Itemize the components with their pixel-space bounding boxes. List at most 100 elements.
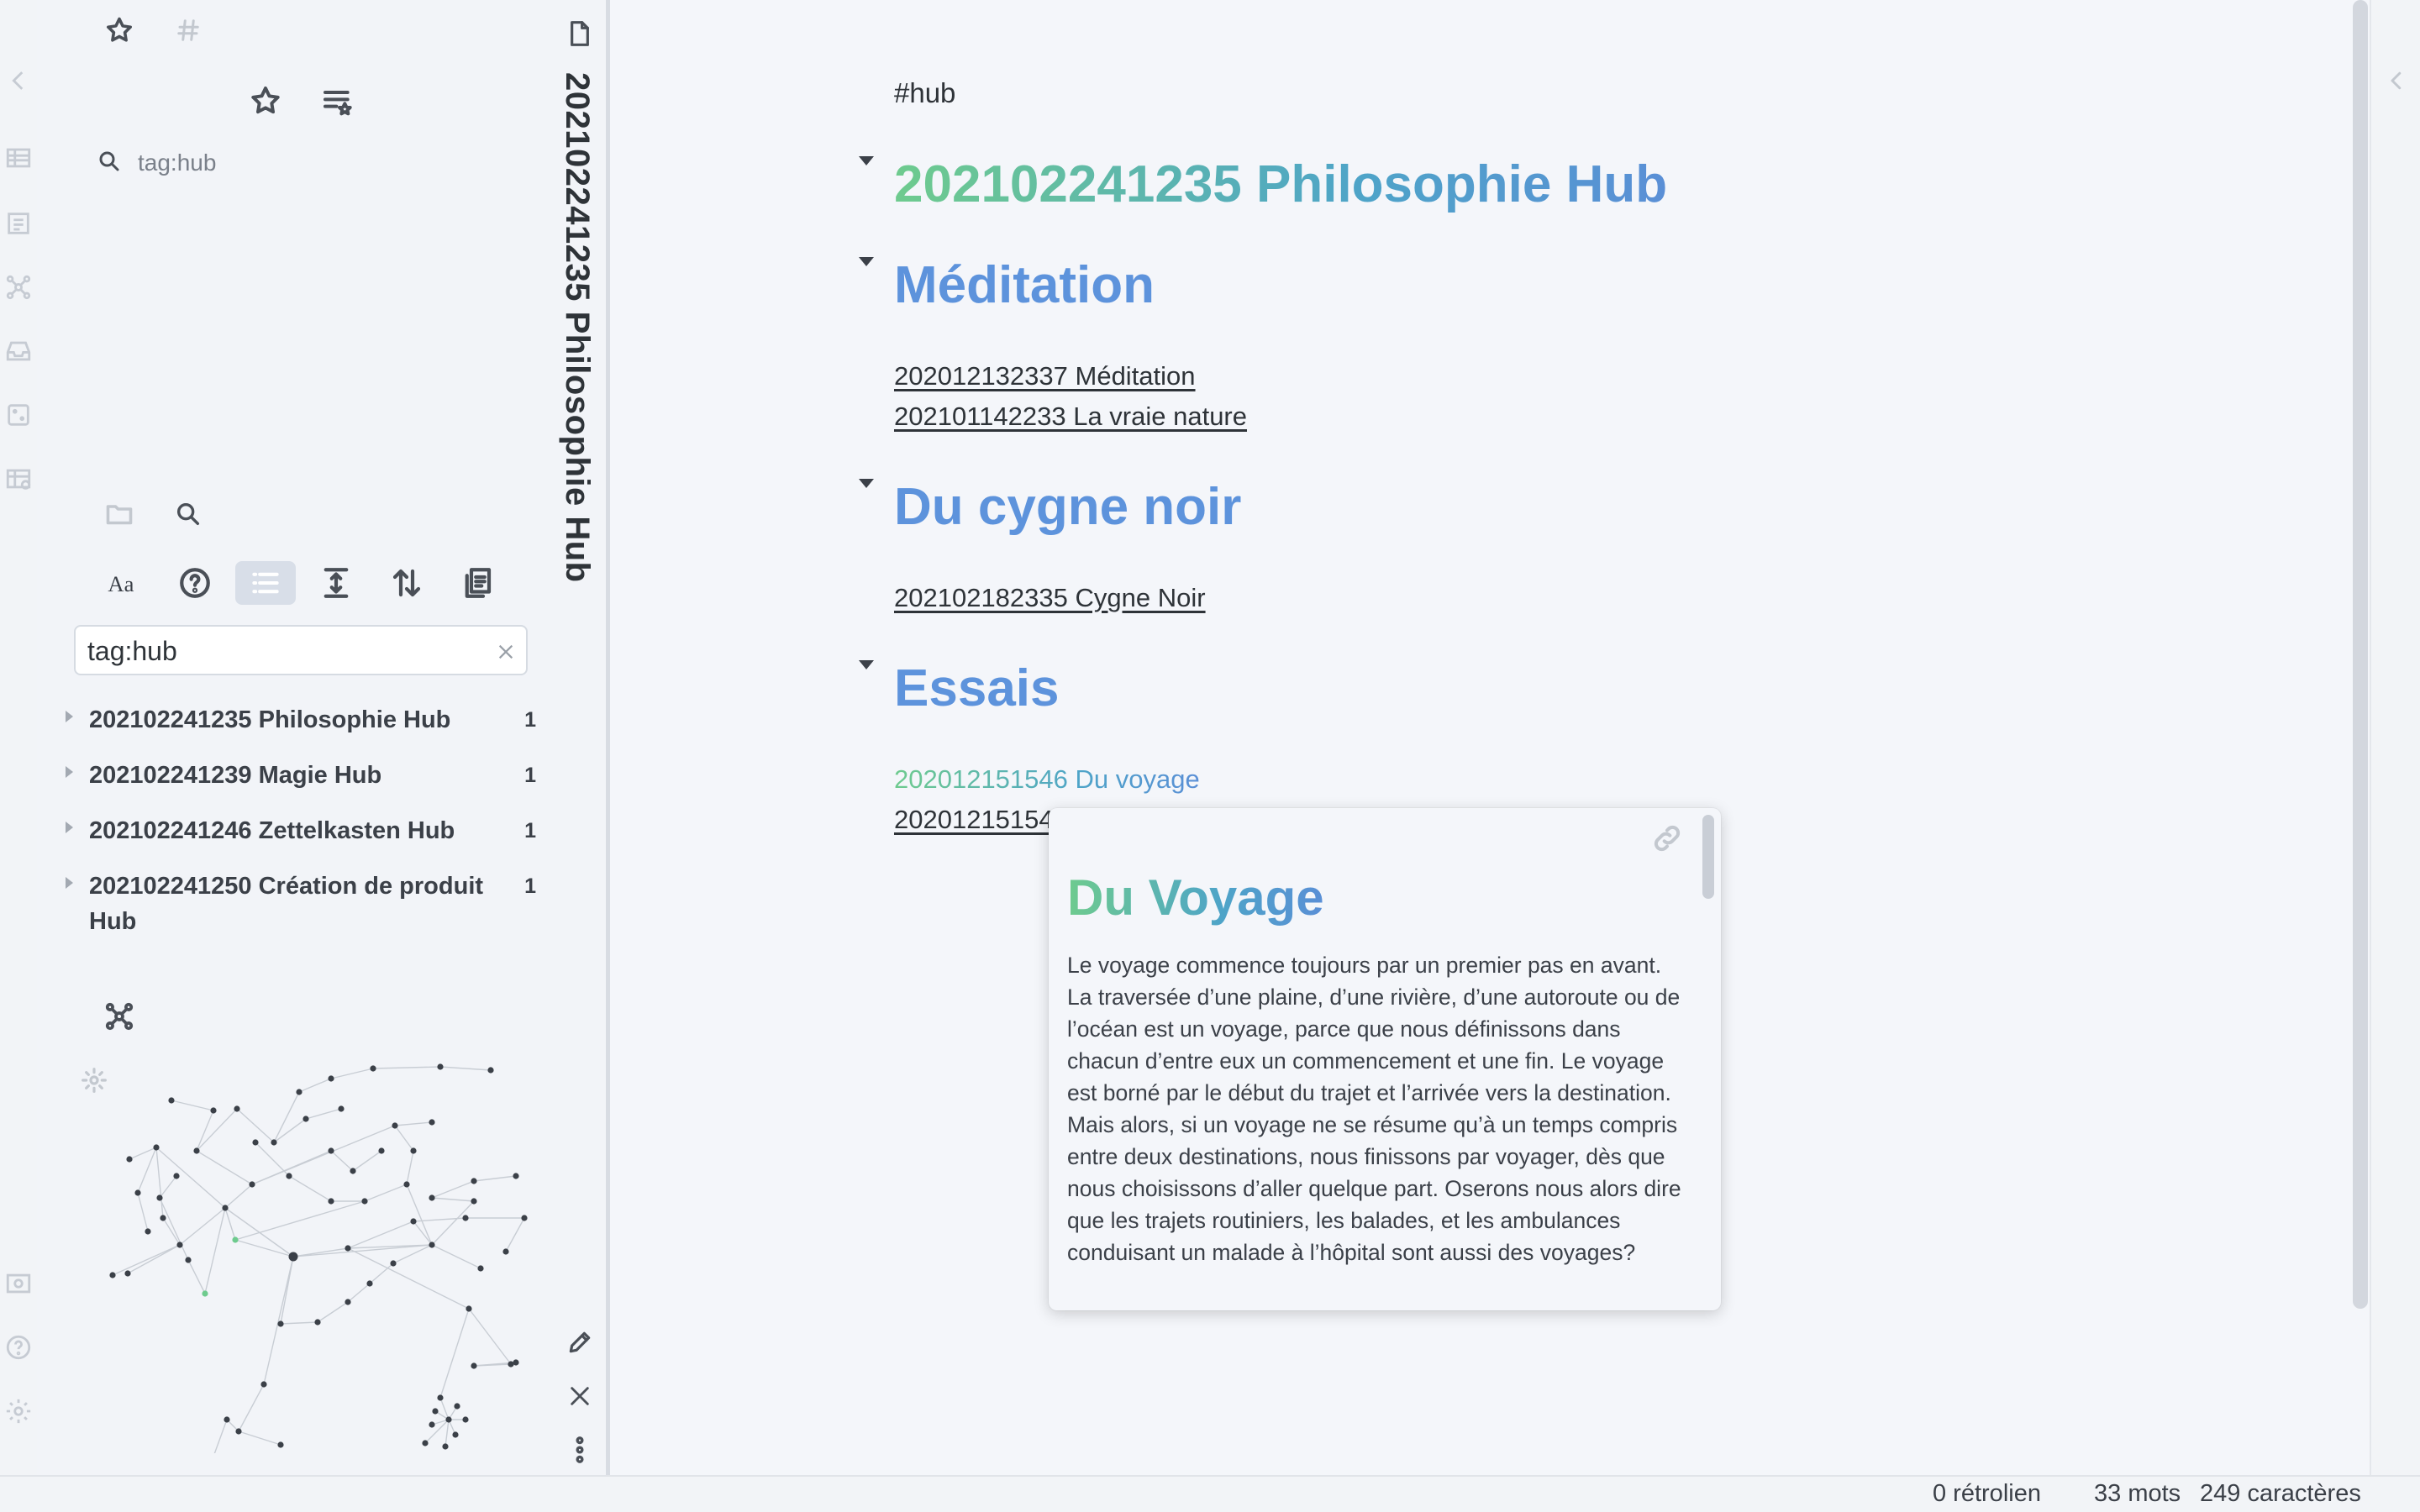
collapsed-pane-title[interactable]: 202102241235 Philosophie Hub: [558, 72, 596, 583]
popover-scrollbar[interactable]: [1702, 815, 1714, 899]
edit-pencil-icon[interactable]: [561, 1324, 598, 1361]
expand-caret-icon[interactable]: [66, 877, 73, 889]
graph-node[interactable]: [366, 1280, 373, 1287]
copy-results-button[interactable]: [447, 561, 508, 605]
explain-search-button[interactable]: [165, 561, 225, 605]
table-icon[interactable]: [2, 141, 35, 175]
graph-node[interactable]: [302, 1116, 309, 1122]
file-explorer-tab-folder-icon[interactable]: [97, 492, 141, 536]
open-link-icon[interactable]: [1650, 822, 1684, 855]
graph-node[interactable]: [109, 1272, 116, 1278]
local-graph-canvas[interactable]: [79, 1050, 550, 1453]
graph-node[interactable]: [271, 1139, 277, 1146]
fold-heading-icon[interactable]: [859, 156, 874, 165]
graph-node[interactable]: [232, 1236, 239, 1243]
graph-node[interactable]: [410, 1218, 417, 1225]
graph-node[interactable]: [277, 1320, 284, 1327]
close-icon[interactable]: [561, 1378, 598, 1415]
graph-node[interactable]: [288, 1252, 298, 1262]
graph-node[interactable]: [429, 1421, 435, 1428]
graph-node[interactable]: [193, 1147, 200, 1154]
graph-node[interactable]: [210, 1107, 217, 1114]
graph-node[interactable]: [235, 1428, 242, 1435]
graph-node[interactable]: [145, 1228, 151, 1235]
graph-node[interactable]: [432, 1408, 439, 1415]
more-options-icon[interactable]: [561, 1431, 598, 1468]
note-tag[interactable]: #hub: [894, 77, 955, 109]
graph-node[interactable]: [442, 1443, 449, 1450]
clear-search-icon[interactable]: [492, 638, 519, 665]
graph-node[interactable]: [471, 1178, 477, 1184]
settings-icon[interactable]: [2, 1394, 35, 1428]
internal-link[interactable]: 20201215154: [894, 800, 1054, 840]
fold-heading-icon[interactable]: [859, 257, 874, 266]
expand-caret-icon[interactable]: [66, 711, 73, 722]
internal-link-hovered[interactable]: 202012151546 Du voyage: [894, 759, 1200, 800]
graph-node[interactable]: [462, 1416, 469, 1423]
graph-node[interactable]: [445, 1416, 452, 1423]
local-graph-tab-graph-icon[interactable]: [97, 995, 141, 1038]
graph-node[interactable]: [156, 1194, 163, 1201]
expand-caret-icon[interactable]: [66, 822, 73, 833]
graph-node[interactable]: [168, 1097, 175, 1104]
graph-node[interactable]: [153, 1144, 160, 1151]
graph-node[interactable]: [345, 1299, 351, 1305]
graph-node[interactable]: [392, 1122, 398, 1129]
search-result-title[interactable]: 202102241250 Création de produit Hub: [89, 869, 484, 939]
graph-node[interactable]: [185, 1257, 192, 1263]
graph-node[interactable]: [471, 1198, 477, 1205]
graph-node[interactable]: [176, 1242, 183, 1248]
help-icon[interactable]: [2, 1331, 35, 1364]
graph-node[interactable]: [160, 1215, 166, 1221]
graph-node[interactable]: [429, 1242, 435, 1248]
starred-tab-star-icon[interactable]: [97, 8, 141, 52]
star-current-file-icon[interactable]: [242, 77, 289, 124]
outline-icon[interactable]: [2, 207, 35, 240]
graph-node[interactable]: [126, 1156, 133, 1163]
backlink-count[interactable]: 0 rétrolien: [1933, 1480, 2041, 1508]
graph-node[interactable]: [429, 1119, 435, 1126]
search-input[interactable]: [87, 633, 457, 669]
graph-node[interactable]: [462, 1215, 469, 1221]
graph-node[interactable]: [477, 1265, 484, 1272]
starred-search-item[interactable]: tag:hub: [138, 150, 216, 176]
graph-node[interactable]: [437, 1063, 444, 1070]
tags-tab-tag-icon[interactable]: [166, 8, 210, 52]
file-icon[interactable]: [561, 15, 598, 52]
search-result-title[interactable]: 202102241235 Philosophie Hub: [89, 702, 484, 738]
graph-node[interactable]: [338, 1105, 345, 1112]
graph-node[interactable]: [466, 1305, 472, 1312]
graph-node[interactable]: [328, 1147, 334, 1154]
match-case-button[interactable]: Aa: [94, 561, 155, 605]
graph-node[interactable]: [370, 1065, 376, 1072]
graph-node[interactable]: [452, 1431, 459, 1438]
internal-link[interactable]: 202012132337 Méditation: [894, 356, 1196, 396]
table-settings-icon[interactable]: [2, 462, 35, 496]
graph-node[interactable]: [513, 1173, 519, 1179]
graph-node[interactable]: [260, 1381, 267, 1388]
graph-node[interactable]: [390, 1260, 397, 1267]
graph-node[interactable]: [124, 1270, 131, 1277]
graph-node[interactable]: [345, 1245, 351, 1252]
editor-scrollbar[interactable]: [2353, 0, 2368, 1309]
expand-caret-icon[interactable]: [66, 766, 73, 778]
link-preview-popover[interactable]: Du Voyage Le voyage commence toujours pa…: [1049, 808, 1721, 1310]
graph-node[interactable]: [234, 1105, 240, 1112]
graph-node[interactable]: [521, 1215, 528, 1221]
graph-node[interactable]: [286, 1173, 292, 1179]
graph-node[interactable]: [422, 1440, 429, 1446]
graph-node[interactable]: [249, 1181, 255, 1188]
sort-button[interactable]: [376, 561, 437, 605]
starred-list-icon[interactable]: [314, 77, 361, 124]
inbox-icon[interactable]: [2, 334, 35, 368]
graph-node[interactable]: [296, 1089, 302, 1095]
graph-node[interactable]: [328, 1198, 334, 1205]
internal-link[interactable]: 202101142233 La vraie nature: [894, 396, 1247, 437]
graph-node[interactable]: [134, 1189, 141, 1196]
expand-right-sidebar-icon[interactable]: [2380, 64, 2413, 97]
graph-node[interactable]: [350, 1168, 356, 1174]
graph-node[interactable]: [224, 1416, 230, 1423]
graph-node[interactable]: [513, 1359, 519, 1366]
show-more-context-button[interactable]: [306, 561, 366, 605]
graph-node[interactable]: [252, 1139, 259, 1146]
